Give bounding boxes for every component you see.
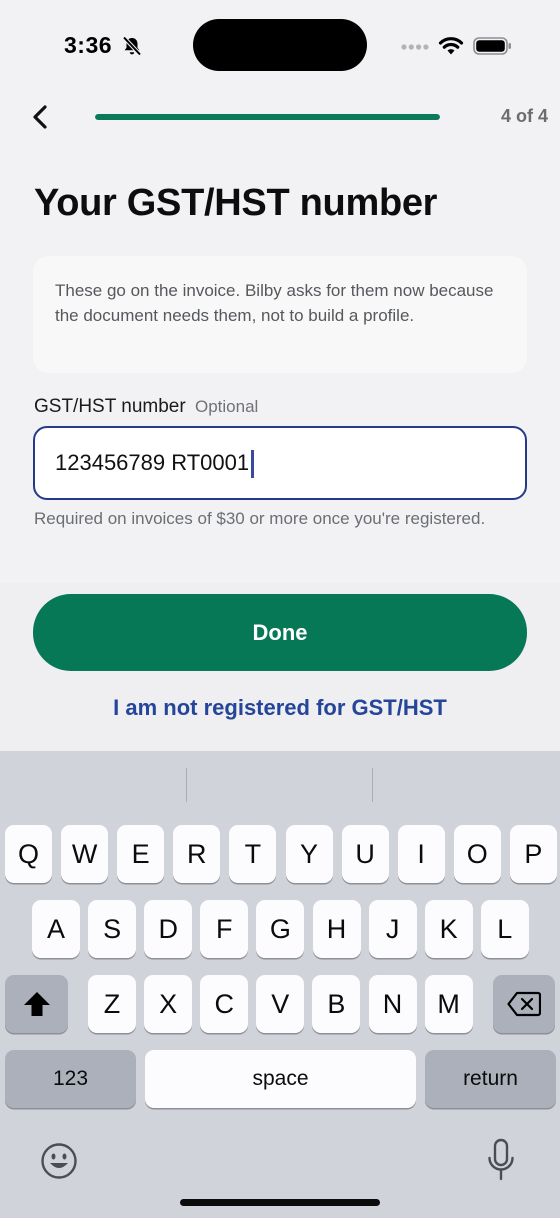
wifi-icon (438, 37, 464, 55)
key-a[interactable]: A (32, 900, 80, 958)
key-s[interactable]: S (88, 900, 137, 958)
home-indicator (180, 1199, 380, 1206)
info-text: These go on the invoice. Bilby asks for … (55, 281, 494, 325)
shift-icon (23, 992, 50, 1016)
progress-bar (95, 114, 440, 120)
dynamic-island (193, 19, 367, 71)
done-button[interactable]: Done (33, 594, 527, 671)
delete-key[interactable] (493, 975, 555, 1033)
suggestion-divider (372, 768, 373, 802)
key-j[interactable]: J (368, 900, 417, 958)
key-c[interactable]: C (200, 975, 249, 1033)
progress-bar-fill (95, 114, 440, 120)
suggestion-divider (186, 768, 187, 802)
key-x[interactable]: X (144, 975, 193, 1033)
status-time: 3:36 (64, 32, 113, 58)
key-d[interactable]: D (144, 900, 193, 958)
bell-slash-icon (122, 36, 142, 56)
key-l[interactable]: L (480, 900, 529, 958)
info-card: These go on the invoice. Bilby asks for … (33, 256, 527, 373)
key-f[interactable]: F (200, 900, 249, 958)
key-y[interactable]: Y (285, 825, 333, 883)
battery-icon (473, 37, 511, 55)
gst-field-hint: Required on invoices of $30 or more once… (34, 509, 486, 528)
emoji-icon[interactable] (40, 1142, 78, 1180)
gst-number-input[interactable] (55, 428, 505, 497)
key-v[interactable]: V (256, 975, 305, 1033)
key-r[interactable]: R (173, 825, 221, 883)
space-key[interactable]: space (145, 1050, 416, 1108)
key-n[interactable]: N (368, 975, 417, 1033)
microphone-icon[interactable] (486, 1138, 516, 1182)
key-t[interactable]: T (229, 825, 277, 883)
key-k[interactable]: K (424, 900, 473, 958)
step-counter: 4 of 4 (500, 106, 548, 126)
return-key[interactable]: return (425, 1050, 556, 1108)
cellular-signal-icon (401, 44, 429, 50)
key-z[interactable]: Z (88, 975, 136, 1033)
key-o[interactable]: O (453, 825, 501, 883)
key-e[interactable]: E (117, 825, 165, 883)
key-u[interactable]: U (341, 825, 389, 883)
key-i[interactable]: I (397, 825, 445, 883)
gst-field-label: GST/HST number Optional (34, 396, 258, 418)
key-b[interactable]: B (312, 975, 361, 1033)
page-title: Your GST/HST number (34, 182, 438, 224)
key-p[interactable]: P (509, 825, 557, 883)
gst-input-container[interactable] (33, 426, 527, 500)
back-chevron-icon[interactable] (26, 102, 56, 132)
key-g[interactable]: G (256, 900, 305, 958)
text-cursor (251, 450, 255, 478)
gst-label-text: GST/HST number (34, 396, 186, 417)
optional-tag: Optional (194, 397, 259, 416)
key-w[interactable]: W (61, 825, 109, 883)
shift-key[interactable] (5, 975, 68, 1033)
key-m[interactable]: M (424, 975, 473, 1033)
key-q[interactable]: Q (5, 825, 52, 883)
key-h[interactable]: H (312, 900, 361, 958)
not-registered-link[interactable]: I am not registered for GST/HST (0, 695, 560, 721)
delete-icon (507, 991, 541, 1017)
screen: 3:36 4 of 4 Your GST/HST number These go… (0, 0, 560, 1218)
numbers-key[interactable]: 123 (5, 1050, 136, 1108)
